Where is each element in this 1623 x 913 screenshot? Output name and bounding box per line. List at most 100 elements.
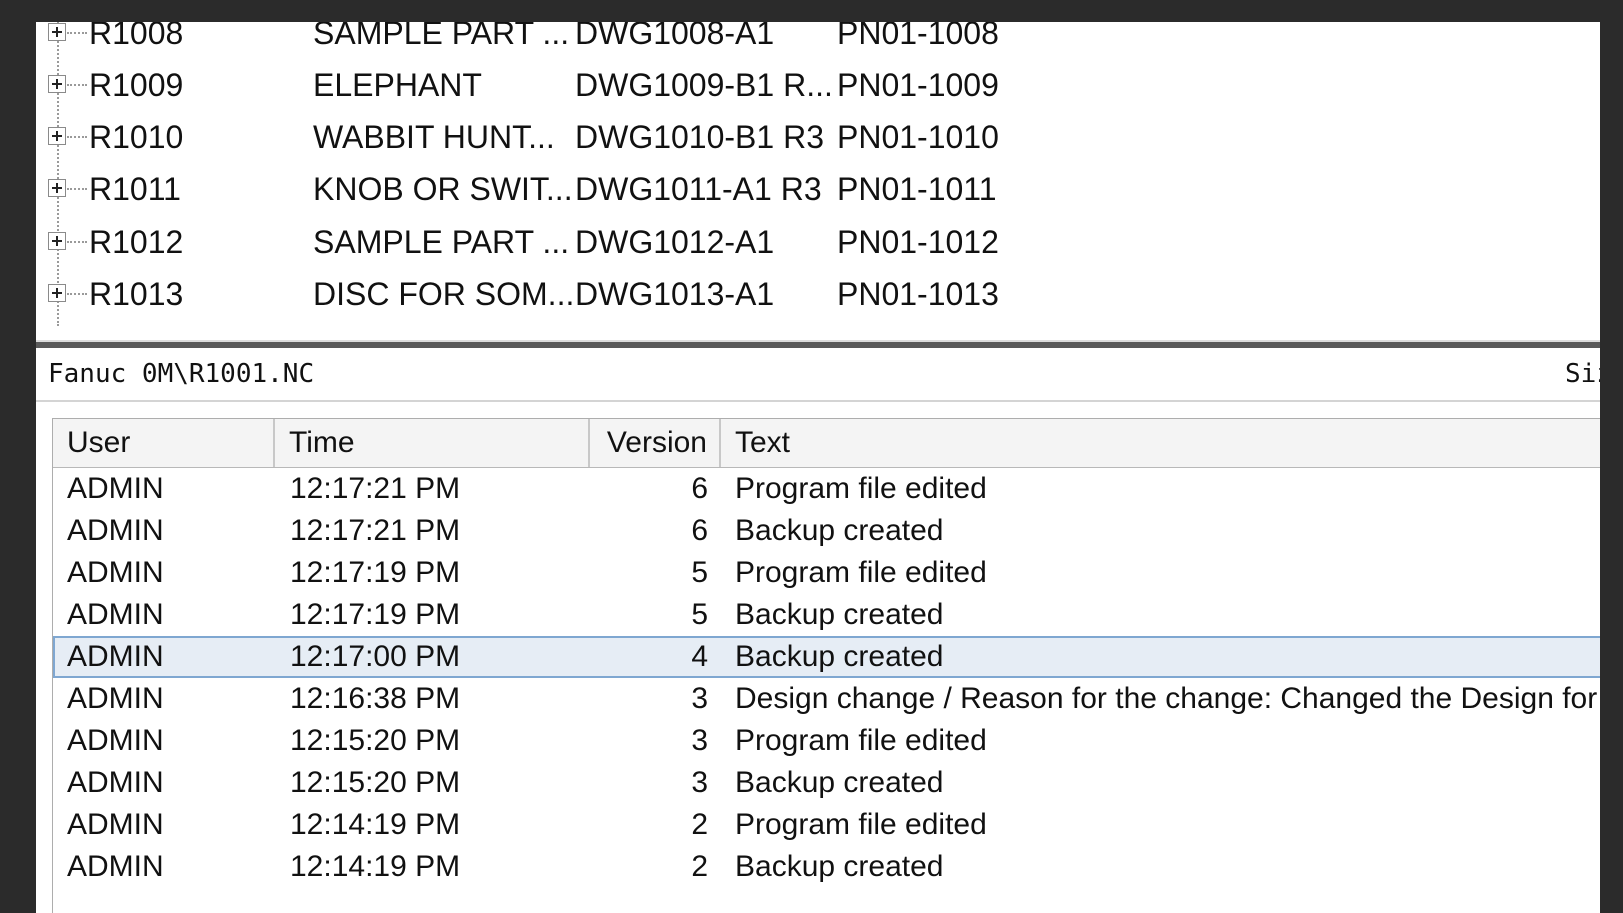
history-text: Backup created	[735, 766, 944, 799]
tree-connector	[67, 32, 87, 34]
part-number: PN01-1011	[837, 171, 997, 207]
history-row[interactable]: ADMIN 12:14:19 PM 2 Backup created	[53, 846, 1600, 888]
history-version: 3	[691, 766, 708, 799]
history-time: 12:17:21 PM	[290, 472, 461, 505]
program-id: R1012	[89, 224, 184, 260]
drawing-number: DWG1010-B1 R3	[575, 119, 824, 155]
history-text: Backup created	[735, 514, 944, 547]
history-text: Backup created	[735, 640, 944, 673]
expand-plus-icon[interactable]	[48, 75, 66, 93]
history-text: Program file edited	[735, 724, 987, 757]
column-header-version[interactable]: Version	[590, 419, 721, 467]
program-id: R1013	[89, 276, 184, 312]
column-header-text[interactable]: Text	[721, 419, 1600, 467]
history-row[interactable]: ADMIN 12:17:19 PM 5 Program file edited	[53, 552, 1600, 594]
history-user: ADMIN	[67, 766, 164, 799]
drawing-number: DWG1012-A1	[575, 224, 775, 260]
history-user: ADMIN	[67, 640, 164, 673]
column-header-user[interactable]: User	[53, 419, 275, 467]
history-text: Program file edited	[735, 808, 987, 841]
history-text: Backup created	[735, 598, 944, 631]
history-time: 12:17:21 PM	[290, 514, 461, 547]
history-row[interactable]: ADMIN 12:17:21 PM 6 Backup created	[53, 510, 1600, 552]
tree-row[interactable]: R1009 ELEPHANT DWG1009-B1 R... PN01-1009	[36, 58, 1600, 112]
file-path-bar: Fanuc 0M\R1001.NC Siz	[36, 348, 1600, 402]
history-version: 5	[691, 598, 708, 631]
program-name: SAMPLE PART ...	[313, 22, 570, 51]
tree-row[interactable]: R1011 KNOB OR SWIT... DWG1011-A1 R3 PN01-10…	[36, 162, 1600, 216]
history-version: 4	[691, 640, 708, 673]
history-version: 5	[691, 556, 708, 589]
history-version: 3	[691, 724, 708, 757]
history-user: ADMIN	[67, 808, 164, 841]
tree-connector	[67, 84, 87, 86]
history-row[interactable]: ADMIN 12:15:20 PM 3 Program file edited	[53, 720, 1600, 762]
history-user: ADMIN	[67, 850, 164, 883]
column-header-time[interactable]: Time	[275, 419, 590, 467]
program-tree[interactable]: R1008 SAMPLE PART ... DWG1008-A1 PN01-1008 R…	[36, 22, 1600, 342]
expand-plus-icon[interactable]	[48, 23, 66, 41]
history-list[interactable]: User Time Version Text ADMIN 12:17:21 PM 6…	[52, 418, 1600, 913]
history-time: 12:15:20 PM	[290, 724, 461, 757]
part-number: PN01-1009	[837, 67, 999, 103]
program-id: R1011	[89, 171, 181, 207]
tree-row[interactable]: R1008 SAMPLE PART ... DWG1008-A1 PN01-1008	[36, 22, 1600, 60]
program-id: R1008	[89, 22, 184, 51]
program-name: ELEPHANT	[313, 67, 482, 103]
history-time: 12:17:19 PM	[290, 598, 461, 631]
tree-connector	[67, 188, 87, 190]
part-number: PN01-1012	[837, 224, 999, 260]
history-version: 2	[691, 808, 708, 841]
drawing-number: DWG1009-B1 R...	[575, 67, 833, 103]
history-row[interactable]: ADMIN 12:17:21 PM 6 Program file edited	[53, 468, 1600, 510]
history-user: ADMIN	[67, 682, 164, 715]
expand-plus-icon[interactable]	[48, 179, 66, 197]
expand-plus-icon[interactable]	[48, 284, 66, 302]
history-version: 3	[691, 682, 708, 715]
program-id: R1010	[89, 119, 184, 155]
history-row[interactable]: ADMIN 12:17:19 PM 5 Backup created	[53, 594, 1600, 636]
history-row[interactable]: ADMIN 12:15:20 PM 3 Backup created	[53, 762, 1600, 804]
history-row[interactable]: ADMIN 12:17:00 PM 4 Backup created	[53, 636, 1600, 678]
part-number: PN01-1010	[837, 119, 999, 155]
drawing-number: DWG1008-A1	[575, 22, 775, 51]
program-name: DISC FOR SOM...	[313, 276, 575, 312]
tree-connector	[67, 293, 87, 295]
history-user: ADMIN	[67, 556, 164, 589]
history-text: Backup created	[735, 850, 944, 883]
history-text: Program file edited	[735, 472, 987, 505]
history-version: 6	[691, 472, 708, 505]
drawing-number: DWG1011-A1 R3	[575, 171, 822, 207]
history-time: 12:16:38 PM	[290, 682, 461, 715]
history-user: ADMIN	[67, 472, 164, 505]
history-time: 12:15:20 PM	[290, 766, 461, 799]
program-id: R1009	[89, 67, 184, 103]
part-number: PN01-1008	[837, 22, 999, 51]
tree-connector	[67, 136, 87, 138]
file-path: Fanuc 0M\R1001.NC	[48, 359, 315, 389]
program-manager-window: R1008 SAMPLE PART ... DWG1008-A1 PN01-1008 R…	[36, 22, 1600, 913]
program-name: SAMPLE PART ...	[313, 224, 570, 260]
history-version: 2	[691, 850, 708, 883]
expand-plus-icon[interactable]	[48, 232, 66, 250]
history-header: User Time Version Text	[53, 419, 1600, 468]
history-row[interactable]: ADMIN 12:14:19 PM 2 Program file edited	[53, 804, 1600, 846]
history-time: 12:14:19 PM	[290, 850, 461, 883]
tree-row[interactable]: R1012 SAMPLE PART ... DWG1012-A1 PN01-1012	[36, 215, 1600, 269]
history-time: 12:14:19 PM	[290, 808, 461, 841]
tree-connector	[67, 241, 87, 243]
history-user: ADMIN	[67, 598, 164, 631]
history-row[interactable]: ADMIN 12:16:38 PM 3 Design change / Reason …	[53, 678, 1600, 720]
history-user: ADMIN	[67, 724, 164, 757]
program-name: WABBIT HUNT...	[313, 119, 555, 155]
program-name: KNOB OR SWIT...	[313, 171, 573, 207]
drawing-number: DWG1013-A1	[575, 276, 775, 312]
history-user: ADMIN	[67, 514, 164, 547]
tree-row[interactable]: R1010 WABBIT HUNT... DWG1010-B1 R3 PN01-101…	[36, 110, 1600, 164]
history-time: 12:17:19 PM	[290, 556, 461, 589]
expand-plus-icon[interactable]	[48, 127, 66, 145]
history-version: 6	[691, 514, 708, 547]
history-text: Program file edited	[735, 556, 987, 589]
history-text: Design change / Reason for the change: C…	[735, 682, 1598, 715]
tree-row[interactable]: R1013 DISC FOR SOM... DWG1013-A1 PN01-1013	[36, 267, 1600, 321]
